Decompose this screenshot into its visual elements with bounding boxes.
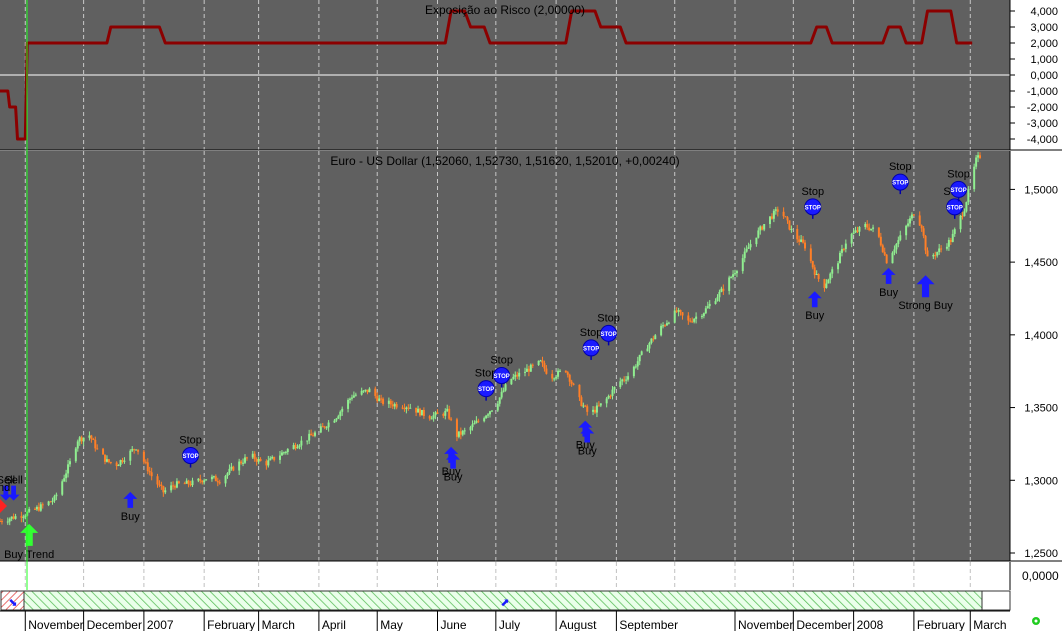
candle bbox=[965, 201, 968, 213]
risk-tick-label: 1,000 bbox=[1030, 54, 1058, 66]
stop-signal-label: Stop bbox=[597, 312, 620, 324]
x-tick-label: November bbox=[28, 618, 83, 631]
candle bbox=[891, 251, 894, 264]
risk-exposure-panel: Exposição ao Risco (2,00000) 4,000 3,000 2… bbox=[0, 0, 1062, 150]
price-y-axis: 1,5000 1,4500 1,4000 1,3500 1,3000 1,2500 bbox=[1009, 151, 1062, 561]
candle bbox=[788, 220, 791, 231]
bottom-indicator-panel: 0,0000 bbox=[0, 562, 1059, 590]
x-tick-label: September bbox=[619, 618, 678, 631]
bottom-tick-label: 0,0000 bbox=[1022, 569, 1059, 583]
risk-tick-label: 2,000 bbox=[1030, 38, 1058, 50]
svg-text:STOP: STOP bbox=[950, 188, 966, 194]
risk-tick-label: 4,000 bbox=[1030, 6, 1058, 18]
price-tick-label: 1,4500 bbox=[1024, 257, 1058, 269]
stop-signal-label: Stop bbox=[801, 186, 824, 198]
candle bbox=[885, 253, 888, 264]
trading-chart-window: Exposição ao Risco (2,00000) 4,000 3,000 2… bbox=[0, 0, 1062, 632]
price-tick-label: 1,3500 bbox=[1024, 403, 1058, 415]
chart-canvas: Exposição ao Risco (2,00000) 4,000 3,000 2… bbox=[0, 0, 1062, 632]
svg-text:STOP: STOP bbox=[494, 374, 510, 380]
stop-signal-label: Stop bbox=[490, 355, 513, 367]
svg-text:STOP: STOP bbox=[182, 454, 198, 460]
svg-text:STOP: STOP bbox=[805, 205, 821, 211]
x-tick-label: August bbox=[559, 618, 597, 631]
svg-text:STOP: STOP bbox=[583, 346, 599, 352]
sell-signal-label: Trend bbox=[0, 482, 10, 494]
x-tick-label: July bbox=[499, 618, 520, 631]
risk-tick-label: -1,000 bbox=[1027, 86, 1058, 98]
x-tick-label: March bbox=[973, 618, 1006, 631]
price-tick-label: 1,2500 bbox=[1024, 548, 1058, 560]
stop-signal-label: Stop bbox=[580, 327, 603, 339]
buy-signal-label: Buy bbox=[805, 310, 824, 322]
risk-tick-label: 3,000 bbox=[1030, 22, 1058, 34]
candle bbox=[529, 363, 532, 372]
candle bbox=[74, 446, 77, 463]
buy-signal-label: Buy bbox=[879, 287, 898, 299]
scroll-left-arrow-icon[interactable]: ⬊ bbox=[8, 597, 17, 609]
candle bbox=[102, 447, 105, 455]
risk-tick-label: -3,000 bbox=[1027, 118, 1058, 130]
buy-signal-label: Buy Trend bbox=[4, 549, 54, 561]
x-tick-label: 2008 bbox=[857, 618, 884, 631]
buy-signal-label: Buy bbox=[578, 445, 597, 457]
x-tick-label: November bbox=[738, 618, 793, 631]
risk-panel-title: Exposição ao Risco (2,00000) bbox=[425, 3, 585, 17]
risk-tick-label: -4,000 bbox=[1027, 134, 1058, 146]
buy-signal-label: Buy bbox=[444, 472, 463, 484]
svg-text:STOP: STOP bbox=[892, 181, 908, 187]
x-tick-label: April bbox=[322, 618, 346, 631]
x-tick-label: June bbox=[441, 618, 467, 631]
buy-signal-label: Buy bbox=[121, 511, 140, 523]
candle bbox=[420, 409, 423, 416]
candle bbox=[61, 479, 64, 496]
stop-signal-label: Stop bbox=[889, 161, 912, 173]
x-tick-label: December bbox=[796, 618, 851, 631]
candle bbox=[673, 308, 676, 324]
risk-tick-label: 0,000 bbox=[1030, 70, 1058, 82]
scrollbar-right-area[interactable] bbox=[981, 590, 1011, 611]
x-tick-label: December bbox=[87, 618, 142, 631]
time-scrollbar[interactable]: ⬊ ⬈ bbox=[0, 590, 1011, 611]
price-panel-title: Euro - US Dollar (1,52060, 1,52730, 1,51… bbox=[330, 154, 679, 168]
risk-y-axis: 4,000 3,000 2,000 1,000 0,000 -1,000 -2,000 -3,… bbox=[1009, 0, 1062, 150]
bottom-panel-bg bbox=[0, 562, 1010, 590]
stop-signal-label: Stop bbox=[947, 168, 970, 180]
price-tick-label: 1,5000 bbox=[1024, 184, 1058, 196]
price-panel: SellSellTrendStopSTOPStopSTOPStopSTOPSto… bbox=[0, 151, 1062, 561]
x-tick-label: February bbox=[207, 618, 255, 631]
price-tick-label: 1,3000 bbox=[1024, 475, 1058, 487]
stop-signal-label: Stop bbox=[179, 435, 202, 447]
scroll-thumb-arrow-icon: ⬈ bbox=[500, 597, 509, 609]
x-tick-label: March bbox=[262, 618, 295, 631]
risk-tick-label: -2,000 bbox=[1027, 102, 1058, 114]
x-tick-label: February bbox=[917, 618, 965, 631]
price-tick-label: 1,4000 bbox=[1024, 330, 1058, 342]
x-tick-label: 2007 bbox=[147, 618, 174, 631]
buy-signal-label: Strong Buy bbox=[898, 300, 953, 312]
candle bbox=[784, 216, 787, 218]
svg-text:STOP: STOP bbox=[600, 332, 616, 338]
candle bbox=[973, 163, 976, 192]
svg-text:STOP: STOP bbox=[947, 205, 963, 211]
candle bbox=[877, 227, 880, 239]
svg-text:STOP: STOP bbox=[478, 387, 494, 393]
x-tick-label: May bbox=[380, 618, 403, 631]
candle bbox=[510, 378, 513, 385]
